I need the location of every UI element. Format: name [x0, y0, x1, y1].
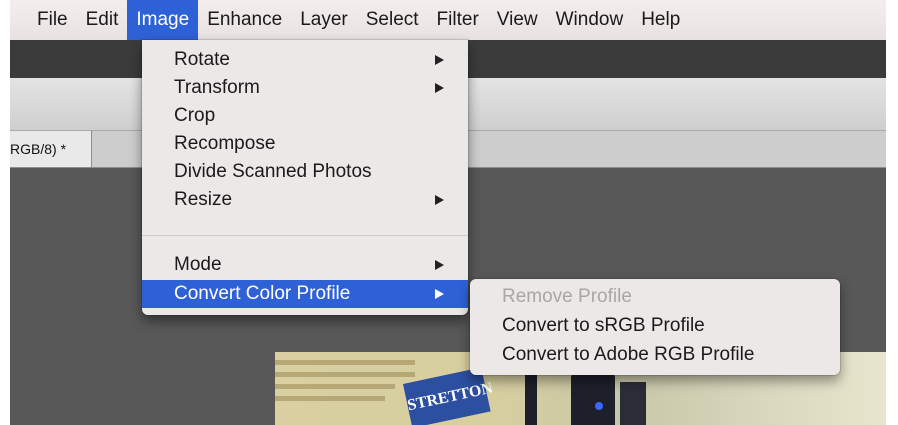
photo-detail [275, 360, 415, 365]
menu-item-transform[interactable]: Transform [142, 75, 468, 101]
photo-detail [275, 384, 395, 389]
menu-item-convert-to-adobe-rgb[interactable]: Convert to Adobe RGB Profile [502, 342, 754, 368]
photo-detail [595, 402, 603, 410]
photo-banner: STRETTON [403, 367, 494, 425]
menu-item-convert-color-profile[interactable]: Convert Color Profile [142, 280, 468, 308]
menu-item-mode[interactable]: Mode [142, 252, 468, 278]
document-tab[interactable]: RGB/8) * [0, 131, 92, 167]
triangle-right-icon [435, 83, 444, 93]
triangle-right-icon [435, 195, 444, 205]
menu-item-label: Convert Color Profile [174, 283, 351, 304]
menu-item-label: Mode [174, 254, 222, 275]
menu-item-label: Crop [174, 105, 216, 126]
screenshot-border [0, 0, 10, 425]
menu-item-remove-profile: Remove Profile [502, 286, 632, 307]
menu-item-recompose[interactable]: Recompose [142, 131, 468, 157]
menu-select[interactable]: Select [357, 0, 428, 40]
menu-separator [142, 235, 468, 236]
menu-item-label: Resize [174, 189, 233, 210]
menu-file[interactable]: File [28, 0, 77, 40]
menu-item-label: Recompose [174, 133, 276, 154]
menu-item-crop[interactable]: Crop [142, 103, 468, 129]
menu-enhance[interactable]: Enhance [198, 0, 291, 40]
menu-item-divide-scanned-photos[interactable]: Divide Scanned Photos [142, 159, 468, 185]
menu-window[interactable]: Window [547, 0, 633, 40]
menu-bar: File Edit Image Enhance Layer Select Fil… [0, 0, 898, 40]
photo-detail [571, 374, 615, 425]
photo-detail [275, 372, 415, 377]
screenshot-border [886, 0, 898, 425]
menu-item-label: Transform [174, 77, 260, 98]
photo-detail [620, 382, 646, 425]
triangle-right-icon [435, 55, 444, 65]
image-menu-dropdown: Rotate Transform Crop Recompose Divide S… [142, 40, 468, 315]
triangle-right-icon [435, 260, 444, 270]
photo-detail [525, 372, 537, 425]
menu-item-resize[interactable]: Resize [142, 187, 468, 213]
menu-item-convert-to-srgb[interactable]: Convert to sRGB Profile [502, 313, 705, 339]
photo-detail [275, 396, 385, 401]
menu-image[interactable]: Image [127, 0, 199, 40]
menu-help[interactable]: Help [632, 0, 689, 40]
menu-filter[interactable]: Filter [428, 0, 488, 40]
menu-item-label: Rotate [174, 49, 230, 70]
menu-edit[interactable]: Edit [77, 0, 128, 40]
app-window: File Edit Image Enhance Layer Select Fil… [0, 0, 898, 425]
menu-layer[interactable]: Layer [291, 0, 357, 40]
menu-view[interactable]: View [488, 0, 547, 40]
menu-item-label: Divide Scanned Photos [174, 161, 372, 182]
triangle-right-icon [435, 289, 444, 299]
menu-item-rotate[interactable]: Rotate [142, 47, 468, 73]
convert-color-profile-submenu: Remove Profile Convert to sRGB Profile C… [470, 279, 840, 375]
